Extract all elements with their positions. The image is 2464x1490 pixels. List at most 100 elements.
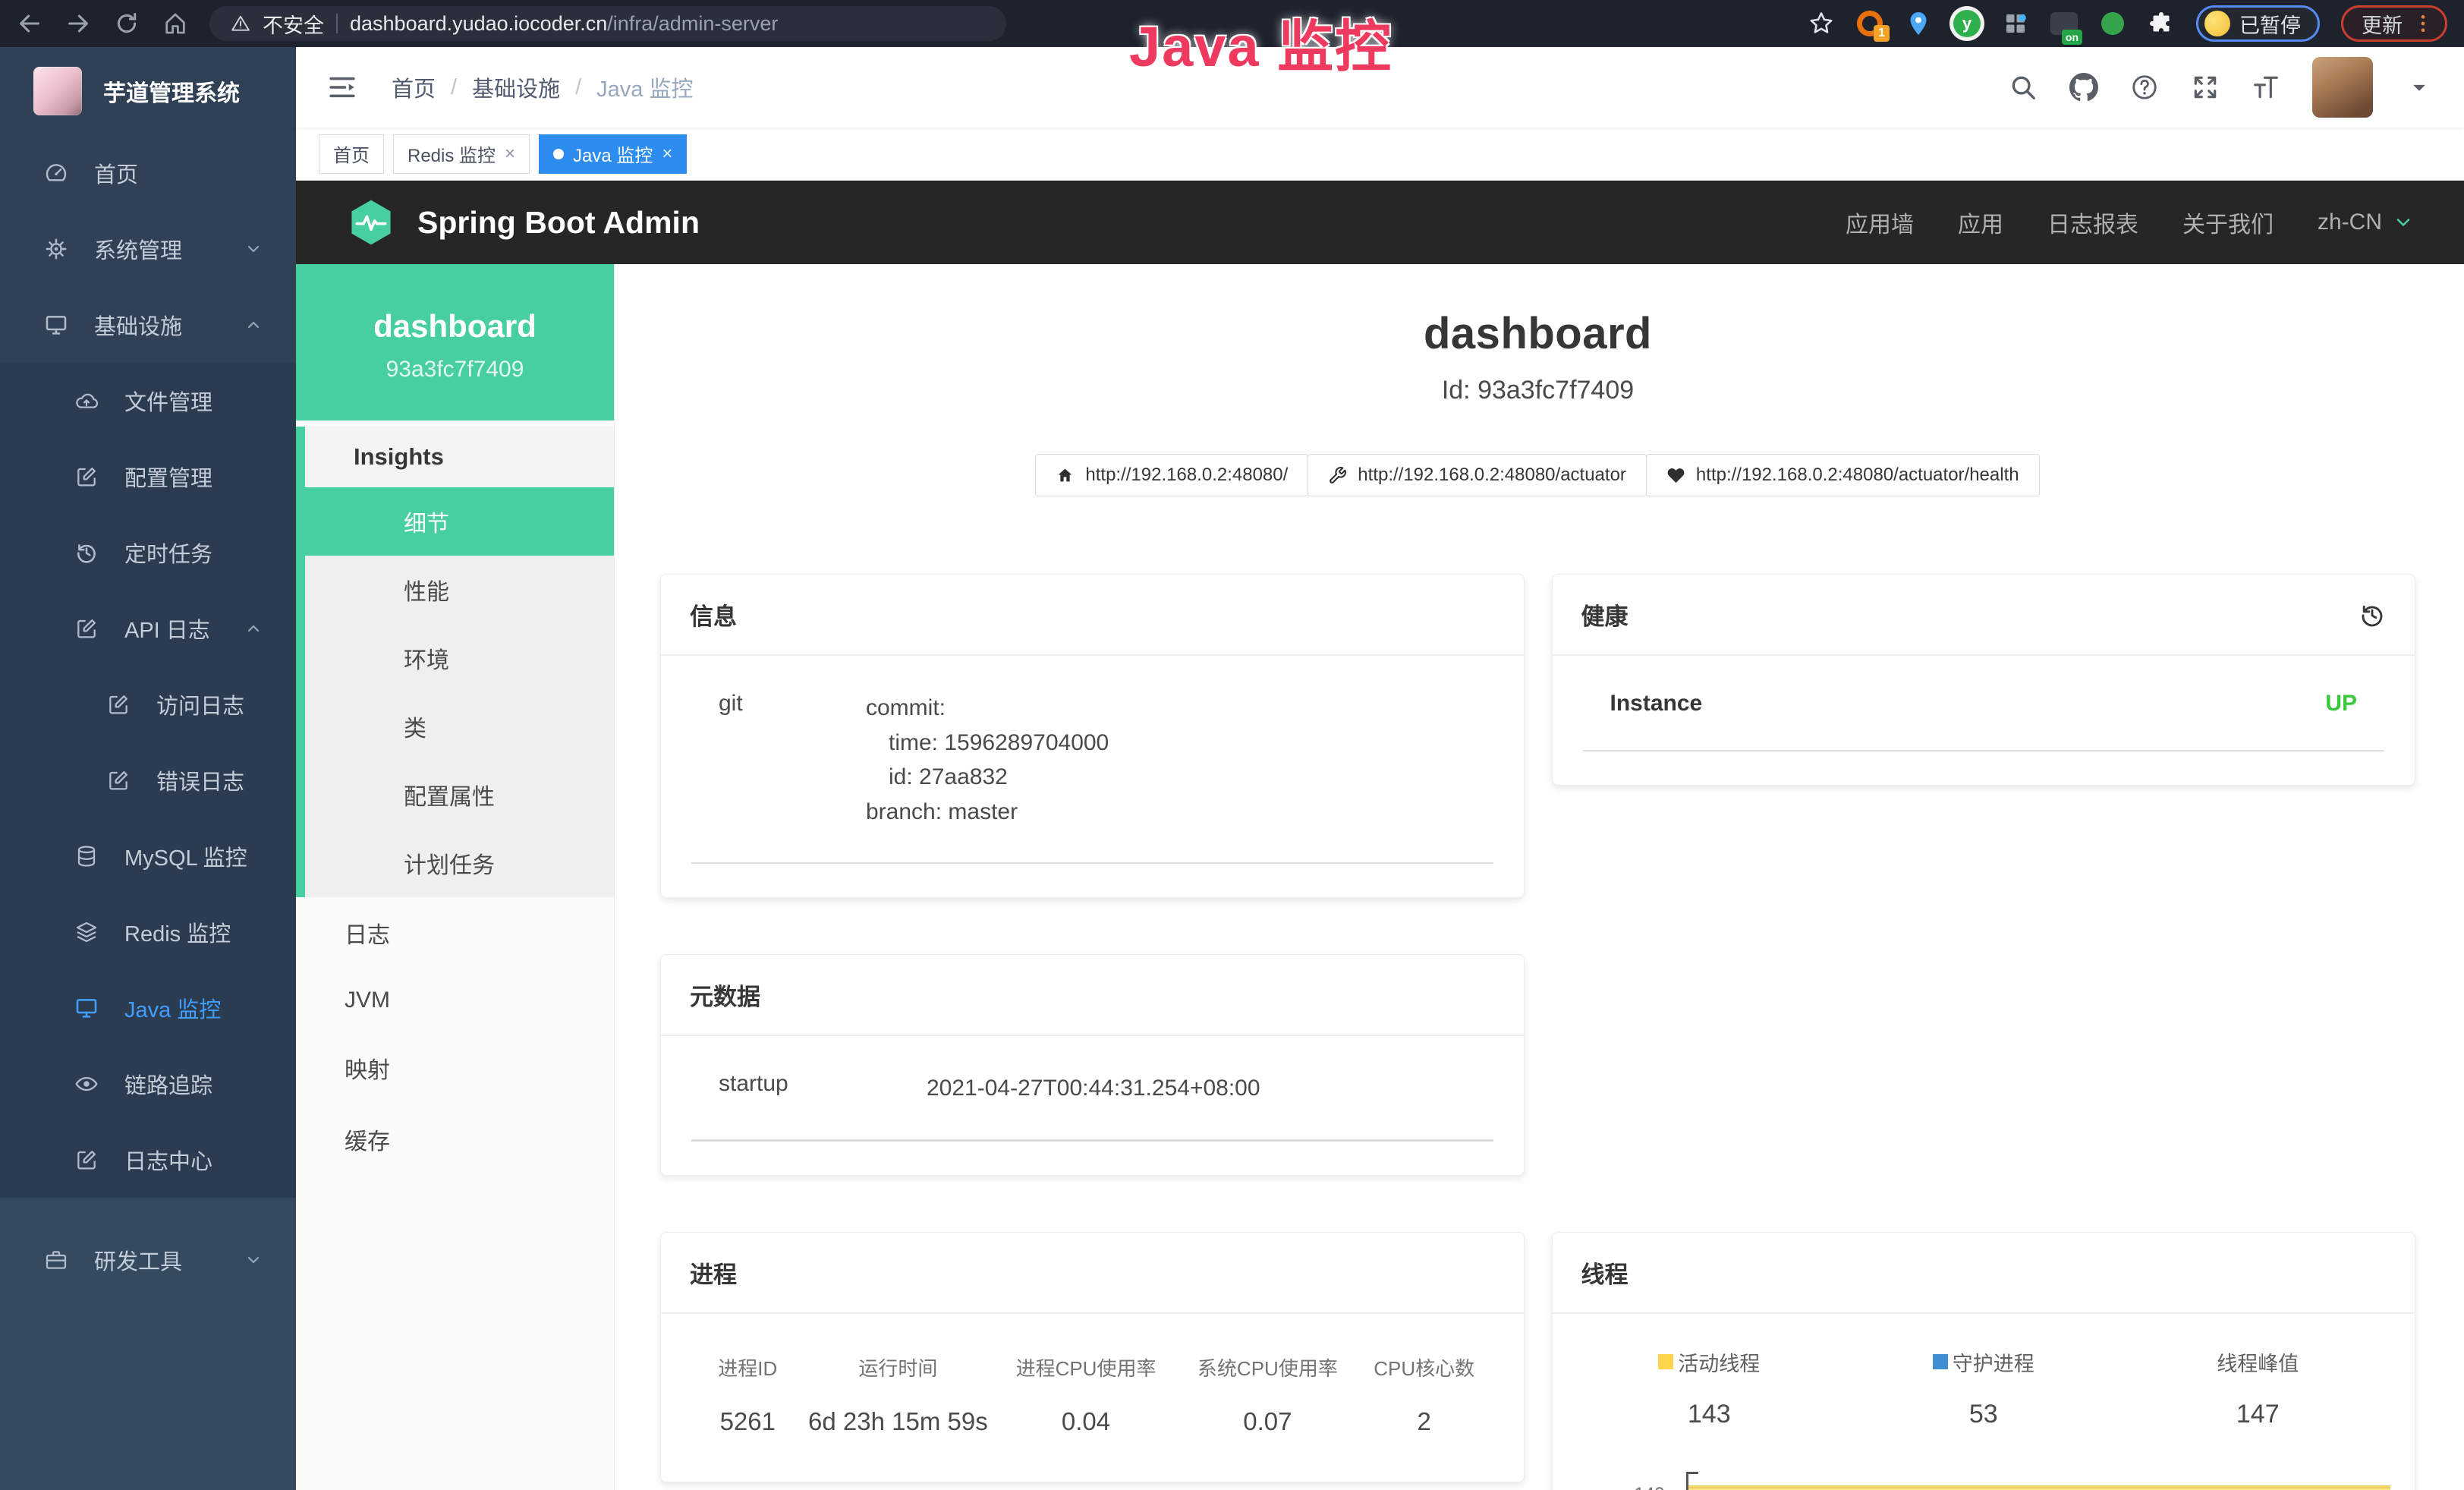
sba-nav-wall[interactable]: 应用墙 (1846, 206, 1914, 239)
paused-badge[interactable]: 已暂停 (2196, 5, 2320, 42)
sidebar-item-label: 首页 (94, 157, 138, 189)
bookmark-star-icon[interactable] (1808, 10, 1835, 37)
sba-brand[interactable]: Spring Boot Admin (417, 205, 700, 241)
breadcrumb-separator: / (575, 75, 581, 100)
reload-button-icon[interactable] (114, 11, 140, 36)
sidebar-item-devtools[interactable]: 研发工具 (0, 1222, 296, 1298)
sidebar-item-file[interactable]: 文件管理 (0, 363, 296, 439)
address-bar[interactable]: 不安全 dashboard.yudao.iocoder.cn/infra/adm… (209, 6, 1006, 41)
sidebar-item-redis[interactable]: Redis 监控 (0, 894, 296, 970)
breadcrumb-item-home[interactable]: 首页 (392, 71, 436, 103)
y-axis-label: 140 (1634, 1484, 1664, 1490)
sba-nav-journal[interactable]: 日志报表 (2047, 206, 2138, 239)
user-avatar[interactable] (2312, 57, 2373, 118)
caret-down-icon[interactable] (2405, 73, 2434, 102)
extensions-puzzle-icon[interactable] (2148, 10, 2175, 37)
extension-y-icon[interactable]: y (1953, 10, 1981, 37)
process-header: 系统CPU使用率 (1180, 1353, 1355, 1381)
insight-item-scheduled-tasks[interactable]: 计划任务 (305, 829, 614, 897)
service-url-button[interactable]: http://192.168.0.2:48080/ (1035, 454, 1308, 496)
instance-item-jvm[interactable]: JVM (296, 969, 614, 1032)
health-url-button[interactable]: http://192.168.0.2:48080/actuator/health (1646, 454, 2040, 496)
instance-header[interactable]: dashboard 93a3fc7f7409 (296, 264, 614, 421)
sidebar: 芋道管理系统 首页 系统管理 基础设施 文件管理 (0, 47, 296, 1490)
sidebar-item-apilog[interactable]: API 日志 (0, 591, 296, 666)
extension-icon-orange[interactable]: 1 (1856, 10, 1883, 37)
sidebar-item-label: 系统管理 (94, 233, 182, 265)
tag-home[interactable]: 首页 (319, 134, 384, 174)
card-title: 线程 (1581, 1255, 1629, 1290)
process-value: 2 (1355, 1407, 1493, 1436)
legend-value: 53 (1846, 1400, 2121, 1429)
sidebar-item-label: 基础设施 (94, 309, 182, 341)
tag-label: Java 监控 (573, 140, 653, 167)
card-process-body: 进程ID 5261 运行时间 6d 23h 15m 59s 进程CPU使用率 0… (661, 1314, 1524, 1482)
insight-item-config-props[interactable]: 配置属性 (305, 761, 614, 829)
hamburger-icon[interactable] (326, 71, 358, 103)
threads-chart: 140 120 100 (1572, 1472, 2396, 1490)
tag-close-icon[interactable] (662, 145, 672, 163)
back-button-icon[interactable] (17, 11, 42, 36)
extension-grid-icon[interactable] (2002, 10, 2029, 37)
sidebar-item-errorlog[interactable]: 错误日志 (0, 742, 296, 818)
help-icon[interactable] (2130, 73, 2159, 102)
legend-value: 147 (2121, 1400, 2396, 1429)
card-health-body: Instance UP (1553, 656, 2415, 785)
insight-item-classes[interactable]: 类 (305, 692, 614, 761)
health-label: Instance (1610, 691, 1703, 717)
sidebar-item-home[interactable]: 首页 (0, 135, 296, 211)
sba-language-select[interactable]: zh-CN (2318, 209, 2414, 235)
search-icon[interactable] (2009, 73, 2038, 102)
sidebar-item-accesslog[interactable]: 访问日志 (0, 666, 296, 742)
history-icon (74, 540, 99, 565)
sidebar-item-system[interactable]: 系统管理 (0, 211, 296, 287)
github-icon[interactable] (2069, 73, 2098, 102)
cloud-upload-icon (74, 389, 99, 413)
tag-close-icon[interactable] (505, 145, 515, 163)
process-col-cores: CPU核心数 2 (1355, 1353, 1493, 1436)
insight-item-environment[interactable]: 环境 (305, 624, 614, 692)
sidebar-item-infra[interactable]: 基础设施 (0, 287, 296, 363)
health-history-icon[interactable] (2359, 601, 2386, 628)
git-branch-line: branch: master (866, 795, 1493, 830)
info-key: git (691, 691, 866, 829)
sba-nav-applications[interactable]: 应用 (1958, 206, 2003, 239)
instance-item-caches[interactable]: 缓存 (296, 1104, 614, 1175)
instance-item-mappings[interactable]: 映射 (296, 1032, 614, 1104)
extension-pin-icon[interactable] (1905, 10, 1932, 37)
font-size-icon[interactable] (2252, 73, 2280, 102)
process-value: 5261 (691, 1407, 804, 1436)
forward-button-icon[interactable] (65, 11, 91, 36)
browser-home-icon[interactable] (162, 11, 188, 36)
breadcrumb-item-infra[interactable]: 基础设施 (472, 71, 560, 103)
sba-logo-icon[interactable] (346, 197, 396, 247)
card-metadata-body: startup 2021-04-27T00:44:31.254+08:00 (661, 1036, 1524, 1175)
sidebar-item-job[interactable]: 定时任务 (0, 515, 296, 591)
actuator-url-button[interactable]: http://192.168.0.2:48080/actuator (1308, 454, 1647, 496)
edit-icon (74, 465, 99, 489)
app-logo-image (33, 67, 82, 115)
app-title: 芋道管理系统 (103, 74, 240, 108)
insight-item-metrics[interactable]: 性能 (305, 556, 614, 624)
tag-redis[interactable]: Redis 监控 (393, 134, 530, 174)
app-logo-row[interactable]: 芋道管理系统 (0, 47, 296, 135)
card-title: 进程 (690, 1255, 737, 1290)
fullscreen-icon[interactable] (2191, 73, 2220, 102)
sba-nav-about[interactable]: 关于我们 (2182, 206, 2274, 239)
tag-java-active[interactable]: Java 监控 (539, 134, 687, 174)
sidebar-item-trace[interactable]: 链路追踪 (0, 1046, 296, 1122)
browser-menu-dots-icon[interactable] (2412, 12, 2434, 35)
eye-icon (74, 1072, 99, 1096)
insight-item-details[interactable]: 细节 (305, 487, 614, 556)
update-button[interactable]: 更新 (2341, 5, 2447, 42)
extension-on-icon[interactable]: on (2050, 10, 2078, 37)
sidebar-item-config[interactable]: 配置管理 (0, 439, 296, 515)
sidebar-item-mysql[interactable]: MySQL 监控 (0, 818, 296, 894)
sidebar-item-logcenter[interactable]: 日志中心 (0, 1122, 296, 1198)
chevron-down-icon (244, 1251, 263, 1269)
instance-item-logs[interactable]: 日志 (296, 897, 614, 969)
sidebar-item-java[interactable]: Java 监控 (0, 970, 296, 1046)
extension-leaf-icon[interactable] (2099, 10, 2126, 37)
card-health-header: 健康 (1553, 575, 2415, 656)
sidebar-item-label: 日志中心 (124, 1144, 212, 1176)
